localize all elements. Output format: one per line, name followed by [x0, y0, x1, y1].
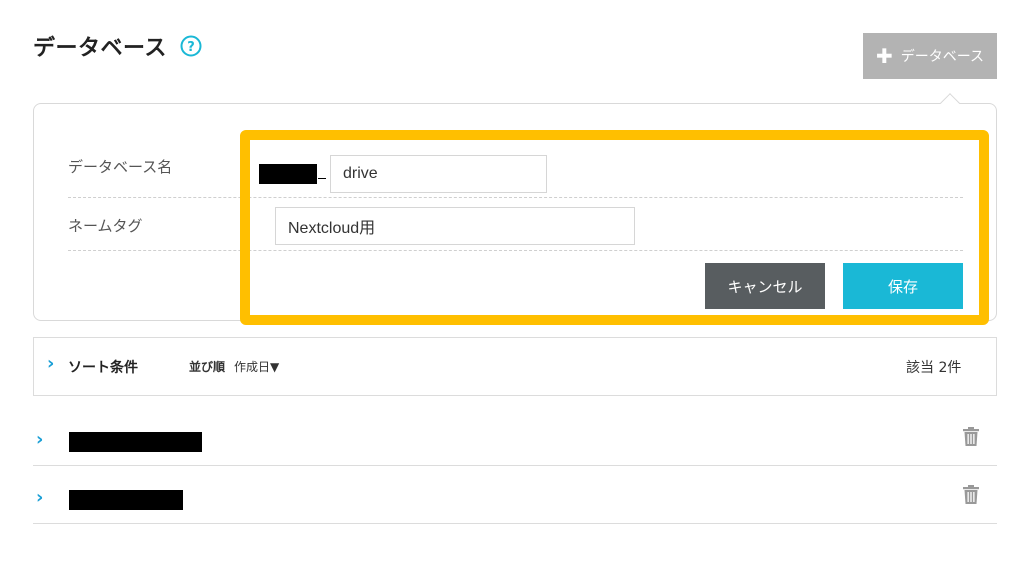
- name-tag-input[interactable]: [275, 207, 635, 245]
- cancel-button[interactable]: キャンセル: [705, 263, 825, 309]
- trash-icon[interactable]: [962, 427, 980, 447]
- chevron-right-icon[interactable]: ›: [47, 355, 54, 373]
- plus-icon: ✚: [875, 44, 893, 68]
- divider: [68, 197, 963, 198]
- page-title: データベース: [33, 36, 167, 61]
- sort-title[interactable]: ソート条件: [68, 357, 138, 377]
- database-name-input[interactable]: [330, 155, 547, 193]
- redacted-database-name: [69, 490, 183, 510]
- redacted-prefix: [259, 164, 317, 184]
- add-database-label: データベース: [900, 49, 985, 65]
- sort-bar: [33, 337, 997, 396]
- name-tag-label: ネームタグ: [68, 217, 143, 235]
- divider: [68, 250, 963, 251]
- trash-icon[interactable]: [962, 485, 980, 505]
- database-name-label: データベース名: [68, 158, 173, 176]
- result-count: 該当 2件: [906, 360, 962, 376]
- chevron-right-icon[interactable]: ›: [36, 431, 43, 449]
- prefix-underscore: [318, 178, 326, 179]
- sort-order-label: 並び順: [189, 360, 226, 374]
- save-button[interactable]: 保存: [843, 263, 963, 309]
- help-icon[interactable]: ?: [180, 35, 202, 57]
- chevron-right-icon[interactable]: ›: [36, 489, 43, 507]
- sort-order-select[interactable]: 作成日▼: [234, 358, 279, 375]
- svg-text:?: ?: [187, 40, 195, 55]
- redacted-database-name: [69, 432, 202, 452]
- add-database-button[interactable]: ✚ データベース: [863, 33, 997, 79]
